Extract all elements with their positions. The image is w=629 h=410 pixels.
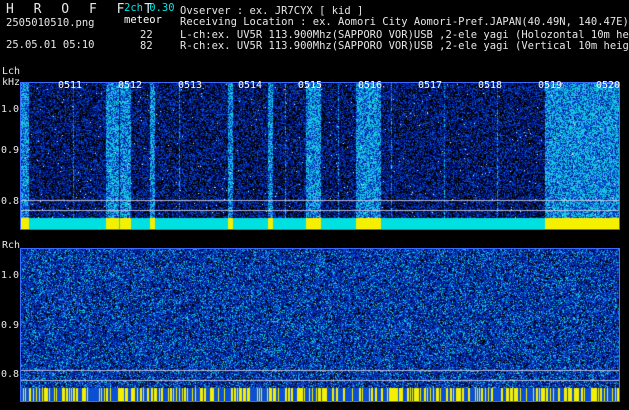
time-label: 0520 xyxy=(596,80,621,91)
rch-ytick-label: 0.8 xyxy=(1,369,20,380)
lch-ytick-label: 0.9 xyxy=(1,145,20,156)
mode-label: meteor xyxy=(124,14,162,26)
rch-description: R-ch:ex. UV5R 113.900Mhz(SAPPORO VOR)USB… xyxy=(180,40,629,52)
time-label: 0519 xyxy=(538,80,563,91)
version-label: 2ch 0.30 xyxy=(124,2,175,14)
filename-label: 2505010510.png xyxy=(6,17,95,29)
time-label: 0512 xyxy=(118,80,143,91)
time-label: 0513 xyxy=(178,80,203,91)
time-label: 0516 xyxy=(358,80,383,91)
rch-label: Rch xyxy=(2,240,21,251)
lch-unit-label: kHz xyxy=(2,77,21,88)
time-label: 0517 xyxy=(418,80,443,91)
lch-label: Lch xyxy=(2,66,21,77)
time-label: 0515 xyxy=(298,80,323,91)
lch-ytick-label: 1.0 xyxy=(1,104,20,115)
lch-spectrogram xyxy=(20,82,620,230)
time-label: 0518 xyxy=(478,80,503,91)
time-label: 0511 xyxy=(58,80,83,91)
location-line: Receiving Location : ex. Aomori City Aom… xyxy=(180,16,629,28)
rch-ytick-label: 0.9 xyxy=(1,320,20,331)
rch-ytick-label: 1.0 xyxy=(1,270,20,281)
rch-spectrogram xyxy=(20,248,620,402)
lch-ytick-label: 0.8 xyxy=(1,196,20,207)
rch-count: 82 xyxy=(140,40,153,52)
time-label: 0514 xyxy=(238,80,263,91)
datetime-label: 25.05.01 05:10 xyxy=(6,39,95,51)
